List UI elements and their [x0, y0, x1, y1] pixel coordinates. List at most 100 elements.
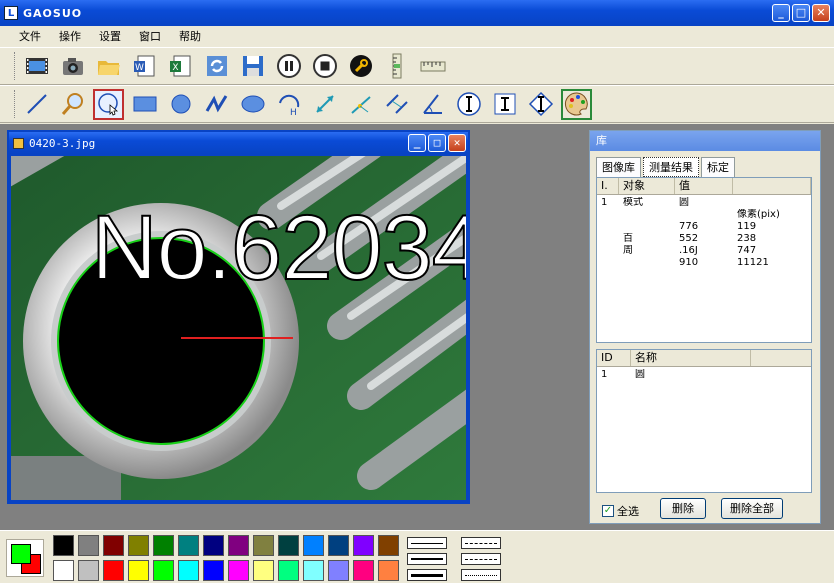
diamond-caliper-icon[interactable]	[525, 89, 556, 120]
image-close-button[interactable]: ✕	[448, 134, 466, 152]
stop-icon[interactable]	[309, 51, 340, 82]
tab-image-library[interactable]: 图像库	[596, 157, 641, 177]
menu-operate[interactable]: 操作	[50, 28, 90, 44]
maximize-button[interactable]: □	[792, 4, 810, 22]
color-swatch[interactable]	[78, 560, 99, 581]
close-button[interactable]: ✕	[812, 4, 830, 22]
color-swatch[interactable]	[178, 560, 199, 581]
table-row[interactable]: 776 119	[597, 221, 811, 233]
camera-icon[interactable]	[57, 51, 88, 82]
microscope-image[interactable]: No.620340	[11, 156, 466, 500]
i-beam-icon[interactable]	[489, 89, 520, 120]
delete-all-button[interactable]: 删除全部	[721, 498, 783, 519]
select-all-label: 全选	[617, 505, 639, 518]
line-style-medium[interactable]	[407, 553, 447, 565]
app-logo-icon: L	[4, 6, 18, 20]
pause-icon[interactable]	[273, 51, 304, 82]
color-swatch[interactable]	[153, 535, 174, 556]
dimension-icon[interactable]	[309, 89, 340, 120]
excel-doc-icon[interactable]: X	[165, 51, 196, 82]
foreground-color-swatch[interactable]	[11, 544, 31, 564]
vertical-caliper-icon[interactable]	[453, 89, 484, 120]
color-swatch[interactable]	[378, 560, 399, 581]
color-swatch[interactable]	[378, 535, 399, 556]
magnifier-icon[interactable]	[57, 89, 88, 120]
image-window: 0420-3.jpg _ □ ✕ No.62034	[7, 130, 470, 504]
color-swatch[interactable]	[78, 535, 99, 556]
line-style-dashed[interactable]	[461, 537, 501, 549]
table-row[interactable]: 百 552 238	[597, 233, 811, 245]
parallel-icon[interactable]	[381, 89, 412, 120]
color-swatch[interactable]	[228, 560, 249, 581]
color-swatch[interactable]	[203, 560, 224, 581]
open-folder-icon[interactable]	[93, 51, 124, 82]
table-row[interactable]: 910 11121	[597, 257, 811, 269]
film-icon[interactable]	[21, 51, 52, 82]
image-minimize-button[interactable]: _	[408, 134, 426, 152]
measure-results-grid[interactable]: I. 对象 值 1 模式圆 像素(pix) 776 119 百 552 238 周 .16…	[596, 177, 812, 343]
color-swatch[interactable]	[278, 535, 299, 556]
color-swatch[interactable]	[303, 535, 324, 556]
color-swatch[interactable]	[103, 560, 124, 581]
color-swatch[interactable]	[178, 535, 199, 556]
current-colors[interactable]	[6, 539, 44, 577]
circle-icon[interactable]	[165, 89, 196, 120]
watermark-text: No.620340	[90, 196, 466, 300]
color-swatch[interactable]	[253, 535, 274, 556]
color-swatch[interactable]	[353, 535, 374, 556]
color-swatch[interactable]	[278, 560, 299, 581]
line-style-dash-dot[interactable]	[461, 553, 501, 565]
color-swatch[interactable]	[328, 560, 349, 581]
menu-file[interactable]: 文件	[10, 28, 50, 44]
line-style-thin[interactable]	[407, 537, 447, 549]
column-header-object[interactable]: 对象	[619, 178, 675, 194]
rectangle-icon[interactable]	[129, 89, 160, 120]
angle-icon[interactable]	[417, 89, 448, 120]
circle-select-icon[interactable]	[93, 88, 124, 120]
color-swatch[interactable]	[328, 535, 349, 556]
image-maximize-button[interactable]: □	[428, 134, 446, 152]
column-header-index[interactable]: I.	[597, 178, 619, 194]
color-swatch[interactable]	[103, 535, 124, 556]
wrench-icon[interactable]	[345, 51, 376, 82]
arc-icon[interactable]: H	[273, 89, 304, 120]
color-swatch[interactable]	[253, 560, 274, 581]
angle-line-icon[interactable]	[345, 89, 376, 120]
color-swatch[interactable]	[53, 560, 74, 581]
select-all-checkbox[interactable]: ✓	[602, 505, 614, 517]
object-list-grid[interactable]: ID 名称 1圆	[596, 349, 812, 493]
color-swatch[interactable]	[303, 560, 324, 581]
column-header-id[interactable]: ID	[597, 350, 631, 366]
refresh-icon[interactable]	[201, 51, 232, 82]
save-icon[interactable]	[237, 51, 268, 82]
word-doc-icon[interactable]: W	[129, 51, 160, 82]
minimize-button[interactable]: _	[772, 4, 790, 22]
menu-window[interactable]: 窗口	[130, 28, 170, 44]
palette-icon[interactable]	[561, 88, 592, 120]
polyline-icon[interactable]	[201, 89, 232, 120]
table-row[interactable]: 周 .16J 747	[597, 245, 811, 257]
line-tool-icon[interactable]	[21, 89, 52, 120]
menu-help[interactable]: 帮助	[170, 28, 210, 44]
tab-calibration[interactable]: 标定	[701, 157, 735, 177]
color-swatch[interactable]	[203, 535, 224, 556]
color-swatch[interactable]	[153, 560, 174, 581]
line-style-thick[interactable]	[407, 569, 447, 581]
tab-measure-results[interactable]: 测量结果	[643, 157, 699, 177]
ellipse-icon[interactable]	[237, 89, 268, 120]
ruler-horizontal-icon[interactable]	[417, 51, 448, 82]
menu-settings[interactable]: 设置	[90, 28, 130, 44]
color-swatch[interactable]	[228, 535, 249, 556]
list-item[interactable]: 1圆	[597, 369, 811, 381]
line-style-dotted[interactable]	[461, 569, 501, 581]
color-swatch[interactable]	[353, 560, 374, 581]
table-row[interactable]: 1 模式圆	[597, 197, 811, 209]
color-swatch[interactable]	[128, 560, 149, 581]
delete-button[interactable]: 删除	[660, 498, 706, 519]
table-row[interactable]: 像素(pix)	[597, 209, 811, 221]
column-header-value[interactable]: 值	[675, 178, 733, 194]
ruler-vertical-icon[interactable]	[381, 51, 412, 82]
color-swatch[interactable]	[128, 535, 149, 556]
color-swatch[interactable]	[53, 535, 74, 556]
column-header-name[interactable]: 名称	[631, 350, 751, 366]
